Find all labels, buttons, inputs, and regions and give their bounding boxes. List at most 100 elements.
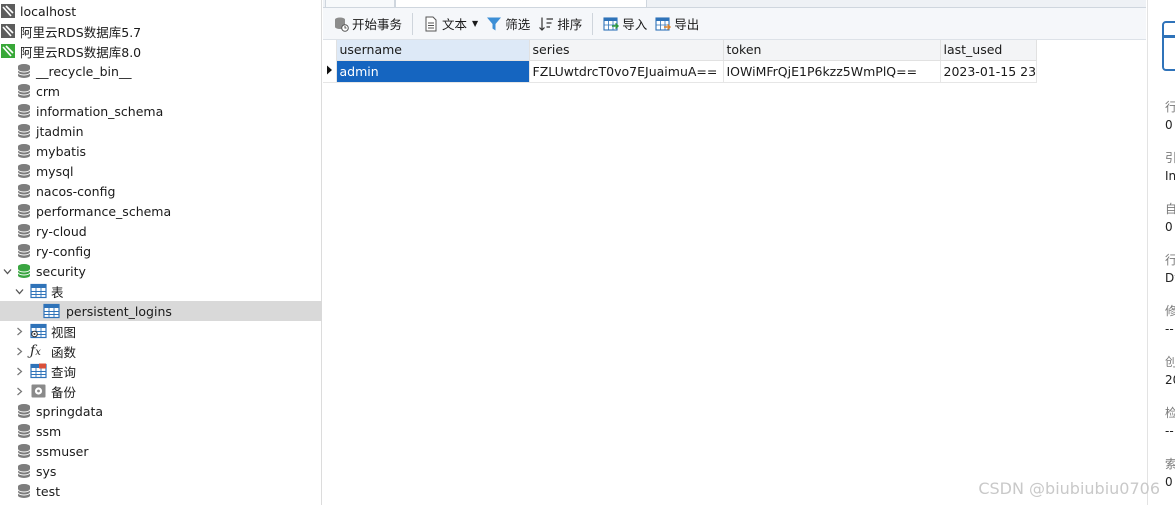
text-label: 文本: [442, 17, 468, 32]
table-item[interactable]: persistent_logins: [0, 301, 322, 321]
sort-button[interactable]: 排序: [534, 11, 586, 37]
import-button[interactable]: 导入: [599, 11, 651, 37]
folder-label: 备份: [51, 384, 77, 400]
view-icon: [30, 323, 47, 339]
transaction-icon: [333, 16, 349, 32]
database-item[interactable]: mysql: [0, 161, 322, 181]
database-item[interactable]: performance_schema: [0, 201, 322, 221]
database-icon: [16, 263, 32, 279]
database-item[interactable]: ssmuser: [0, 441, 322, 461]
database-icon: [16, 463, 32, 479]
database-item[interactable]: mybatis: [0, 141, 322, 161]
connection-icon: [0, 3, 16, 19]
column-header-last-used[interactable]: last_used: [940, 40, 1038, 61]
database-icon: [16, 63, 32, 79]
folder-label: 视图: [51, 324, 77, 340]
export-icon: [655, 16, 672, 32]
database-label: ssm: [36, 423, 62, 439]
database-item[interactable]: nacos-config: [0, 181, 322, 201]
database-icon: [16, 83, 32, 99]
table-row[interactable]: admin FZLUwtdrcT0vo7EJuaimuA== IOWiMFrQj…: [323, 60, 1038, 83]
cell-last-used[interactable]: 2023-01-15 23: [940, 60, 1038, 83]
info-value: --: [1165, 322, 1174, 336]
query-icon: [30, 363, 47, 379]
database-item[interactable]: ry-config: [0, 241, 322, 261]
filter-button[interactable]: 筛选: [482, 11, 534, 37]
database-label: test: [36, 483, 61, 499]
chevron-right-icon[interactable]: [14, 321, 24, 341]
column-header-username[interactable]: username: [336, 40, 530, 61]
begin-transaction-button[interactable]: 开始事务: [329, 11, 406, 37]
info-value: --: [1165, 424, 1174, 438]
database-label: security: [36, 263, 86, 279]
info-label: 自: [1165, 200, 1175, 217]
chevron-right-icon[interactable]: [14, 361, 24, 381]
database-item-open[interactable]: security: [0, 261, 322, 281]
chevron-down-icon[interactable]: [14, 281, 24, 301]
chevron-right-icon[interactable]: [14, 341, 24, 361]
database-item[interactable]: ry-cloud: [0, 221, 322, 241]
database-icon: [16, 143, 32, 159]
column-header-series[interactable]: series: [529, 40, 724, 61]
folder-label: 函数: [51, 344, 77, 360]
tab-table-data[interactable]: [395, 0, 647, 8]
database-icon: [16, 163, 32, 179]
database-item[interactable]: __recycle_bin__: [0, 61, 322, 81]
connection-label: localhost: [20, 3, 77, 19]
database-label: performance_schema: [36, 203, 172, 219]
info-value: 20: [1165, 373, 1175, 387]
backups-folder[interactable]: 备份: [0, 381, 322, 401]
functions-folder[interactable]: ƒx 函数: [0, 341, 322, 361]
cell-username[interactable]: admin: [336, 60, 530, 83]
sort-label: 排序: [557, 17, 583, 32]
database-item[interactable]: springdata: [0, 401, 322, 421]
database-icon: [16, 403, 32, 419]
connection-icon: [0, 43, 16, 59]
database-label: crm: [36, 83, 60, 99]
database-label: jtadmin: [36, 123, 84, 139]
database-item[interactable]: crm: [0, 81, 322, 101]
toolbar-divider: [592, 12, 594, 35]
folder-label: 表: [51, 284, 64, 300]
database-icon: [16, 203, 32, 219]
tab-strip: [323, 0, 1146, 8]
caret-down-icon: ▼: [472, 19, 479, 28]
filter-label: 筛选: [505, 17, 531, 32]
cell-token[interactable]: IOWiMFrQjE1P6kzz5WmPlQ==: [723, 60, 941, 83]
backup-icon: [30, 383, 47, 399]
info-label: 行: [1165, 251, 1175, 268]
chevron-down-icon[interactable]: [2, 261, 12, 281]
connection-item[interactable]: 阿里云RDS数据库5.7: [0, 21, 322, 41]
queries-folder[interactable]: 查询: [0, 361, 322, 381]
import-label: 导入: [622, 17, 648, 32]
export-button[interactable]: 导出: [651, 11, 703, 37]
row-header-corner: [323, 40, 337, 60]
database-label: information_schema: [36, 103, 164, 119]
database-label: ry-config: [36, 243, 92, 259]
tab-objects[interactable]: [325, 0, 395, 8]
database-item[interactable]: sys: [0, 461, 322, 481]
connection-item[interactable]: localhost: [0, 1, 322, 21]
info-value: 0: [1165, 118, 1173, 132]
data-grid: username series token last_used admin FZ…: [323, 40, 1146, 505]
connection-icon: [0, 23, 16, 39]
table-icon: [30, 283, 47, 299]
database-label: ry-cloud: [36, 223, 87, 239]
column-header-token[interactable]: token: [723, 40, 941, 61]
chevron-right-icon[interactable]: [14, 381, 24, 401]
database-item[interactable]: ssm: [0, 421, 322, 441]
object-info-panel: 行 0 引 In 自 0 行 Dy 修 -- 创 20 检 -- 索 0: [1147, 0, 1175, 505]
table-icon: [43, 303, 60, 319]
text-button[interactable]: 文本 ▼: [419, 11, 482, 37]
cell-series[interactable]: FZLUwtdrcT0vo7EJuaimuA==: [529, 60, 724, 83]
views-folder[interactable]: 视图: [0, 321, 322, 341]
connection-item[interactable]: 阿里云RDS数据库8.0: [0, 41, 322, 61]
begin-transaction-label: 开始事务: [352, 17, 403, 32]
database-item[interactable]: information_schema: [0, 101, 322, 121]
database-item[interactable]: jtadmin: [0, 121, 322, 141]
tables-folder[interactable]: 表: [0, 281, 322, 301]
info-value: Dy: [1165, 271, 1175, 285]
database-item[interactable]: test: [0, 481, 322, 501]
info-label: 索: [1165, 455, 1175, 472]
export-label: 导出: [674, 17, 700, 32]
